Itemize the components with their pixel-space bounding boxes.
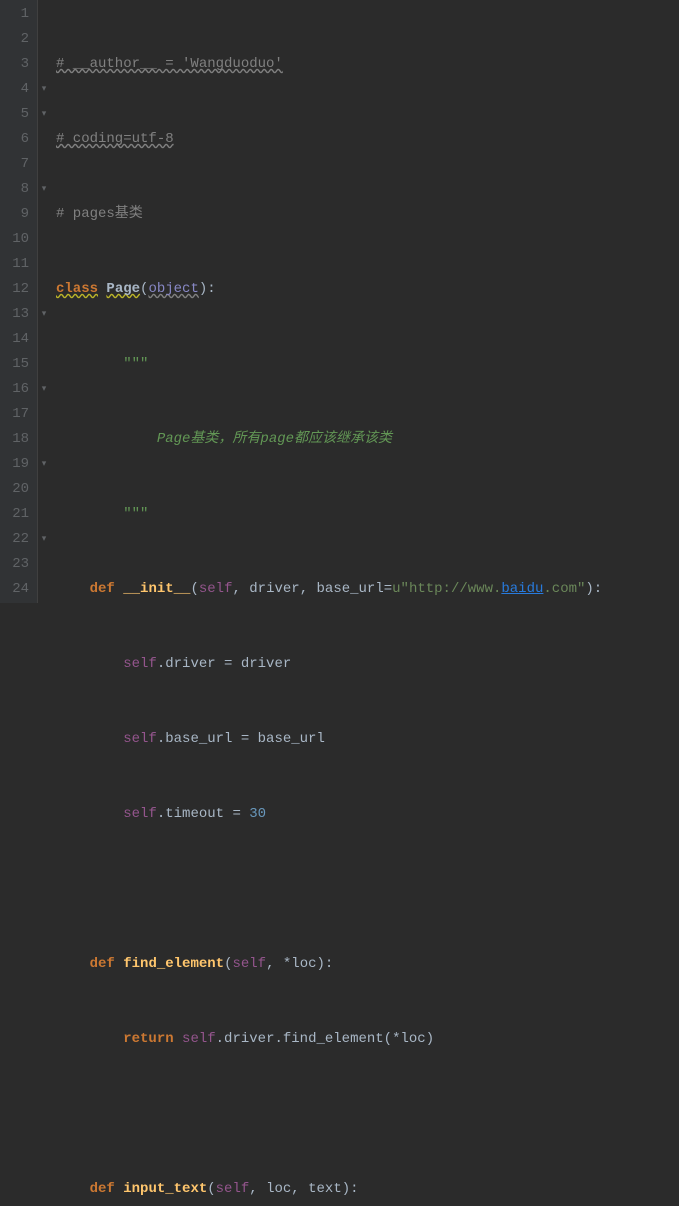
line-number: 11	[0, 252, 29, 277]
line-number: 24	[0, 577, 29, 602]
fold-marker[interactable]	[38, 227, 50, 252]
code-line[interactable]: """	[56, 502, 679, 527]
line-number: 17	[0, 402, 29, 427]
fold-marker[interactable]	[38, 277, 50, 302]
code-line[interactable]: def find_element(self, *loc):	[56, 952, 679, 977]
fold-marker[interactable]: ▾	[38, 527, 50, 552]
fold-marker[interactable]	[38, 202, 50, 227]
fold-marker[interactable]	[38, 252, 50, 277]
line-number: 18	[0, 427, 29, 452]
code-line[interactable]: # pages基类	[56, 202, 679, 227]
docstring: Page基类，所有page都应该继承该类	[157, 431, 392, 447]
line-number: 6	[0, 127, 29, 152]
fold-marker[interactable]	[38, 552, 50, 577]
line-number-gutter: 1 2 3 4 5 6 7 8 9 10 11 12 13 14 15 16 1…	[0, 0, 38, 603]
line-number: 22	[0, 527, 29, 552]
line-number: 4	[0, 77, 29, 102]
fold-marker[interactable]	[38, 477, 50, 502]
line-number: 21	[0, 502, 29, 527]
function-name: __init__	[123, 581, 190, 597]
line-number: 3	[0, 52, 29, 77]
self-param: self	[123, 806, 157, 822]
code-area[interactable]: # __author__ = 'Wangduoduo' # coding=utf…	[50, 0, 679, 603]
self-param: self	[199, 581, 233, 597]
function-name: input_text	[123, 1181, 207, 1197]
builtin: object	[148, 281, 198, 297]
keyword: def	[90, 1181, 115, 1197]
fold-marker[interactable]	[38, 152, 50, 177]
keyword: class	[56, 281, 98, 297]
function-name: find_element	[123, 956, 224, 972]
self-param: self	[123, 731, 157, 747]
comment: # coding=utf-8	[56, 131, 174, 147]
comment: # __author__ = 'Wangduoduo'	[56, 56, 283, 72]
fold-gutter: ▾ ▾ ▾ ▾ ▾ ▾ ▾	[38, 0, 50, 603]
self-param: self	[232, 956, 266, 972]
line-number: 23	[0, 552, 29, 577]
line-number: 19	[0, 452, 29, 477]
fold-marker[interactable]: ▾	[38, 452, 50, 477]
code-line[interactable]	[56, 1102, 679, 1127]
code-line[interactable]: self.driver = driver	[56, 652, 679, 677]
code-line[interactable]: Page基类，所有page都应该继承该类	[56, 427, 679, 452]
fold-marker[interactable]	[38, 352, 50, 377]
keyword: def	[90, 956, 115, 972]
line-number: 12	[0, 277, 29, 302]
number-literal: 30	[249, 806, 266, 822]
code-line[interactable]: return self.driver.find_element(*loc)	[56, 1027, 679, 1052]
code-line[interactable]: def input_text(self, loc, text):	[56, 1177, 679, 1202]
docstring-quote: """	[123, 356, 148, 372]
line-number: 20	[0, 477, 29, 502]
fold-marker[interactable]: ▾	[38, 302, 50, 327]
fold-marker[interactable]	[38, 327, 50, 352]
line-number: 5	[0, 102, 29, 127]
fold-marker[interactable]	[38, 127, 50, 152]
code-editor[interactable]: 1 2 3 4 5 6 7 8 9 10 11 12 13 14 15 16 1…	[0, 0, 679, 603]
line-number: 7	[0, 152, 29, 177]
code-line[interactable]: """	[56, 352, 679, 377]
code-line[interactable]: def __init__(self, driver, base_url=u"ht…	[56, 577, 679, 602]
self-param: self	[123, 656, 157, 672]
line-number: 14	[0, 327, 29, 352]
fold-marker[interactable]	[38, 402, 50, 427]
code-line[interactable]: class Page(object):	[56, 277, 679, 302]
fold-marker[interactable]	[38, 2, 50, 27]
code-line[interactable]: # __author__ = 'Wangduoduo'	[56, 52, 679, 77]
fold-marker[interactable]	[38, 52, 50, 77]
comment: # pages基类	[56, 206, 143, 222]
self-param: self	[216, 1181, 250, 1197]
line-number: 2	[0, 27, 29, 52]
fold-marker[interactable]	[38, 427, 50, 452]
fold-marker[interactable]: ▾	[38, 177, 50, 202]
code-line[interactable]: # coding=utf-8	[56, 127, 679, 152]
code-line[interactable]: self.base_url = base_url	[56, 727, 679, 752]
code-line[interactable]: self.timeout = 30	[56, 802, 679, 827]
line-number: 15	[0, 352, 29, 377]
fold-marker[interactable]	[38, 577, 50, 602]
fold-marker[interactable]	[38, 502, 50, 527]
fold-marker[interactable]: ▾	[38, 377, 50, 402]
keyword: def	[90, 581, 115, 597]
docstring-quote: """	[123, 506, 148, 522]
line-number: 16	[0, 377, 29, 402]
class-name: Page	[106, 281, 140, 297]
self-param: self	[182, 1031, 216, 1047]
fold-marker[interactable]	[38, 27, 50, 52]
url-link: baidu	[501, 581, 543, 597]
line-number: 8	[0, 177, 29, 202]
keyword: return	[123, 1031, 173, 1047]
fold-marker[interactable]: ▾	[38, 77, 50, 102]
line-number: 1	[0, 2, 29, 27]
fold-marker[interactable]: ▾	[38, 102, 50, 127]
line-number: 13	[0, 302, 29, 327]
line-number: 10	[0, 227, 29, 252]
line-number: 9	[0, 202, 29, 227]
code-line[interactable]	[56, 877, 679, 902]
